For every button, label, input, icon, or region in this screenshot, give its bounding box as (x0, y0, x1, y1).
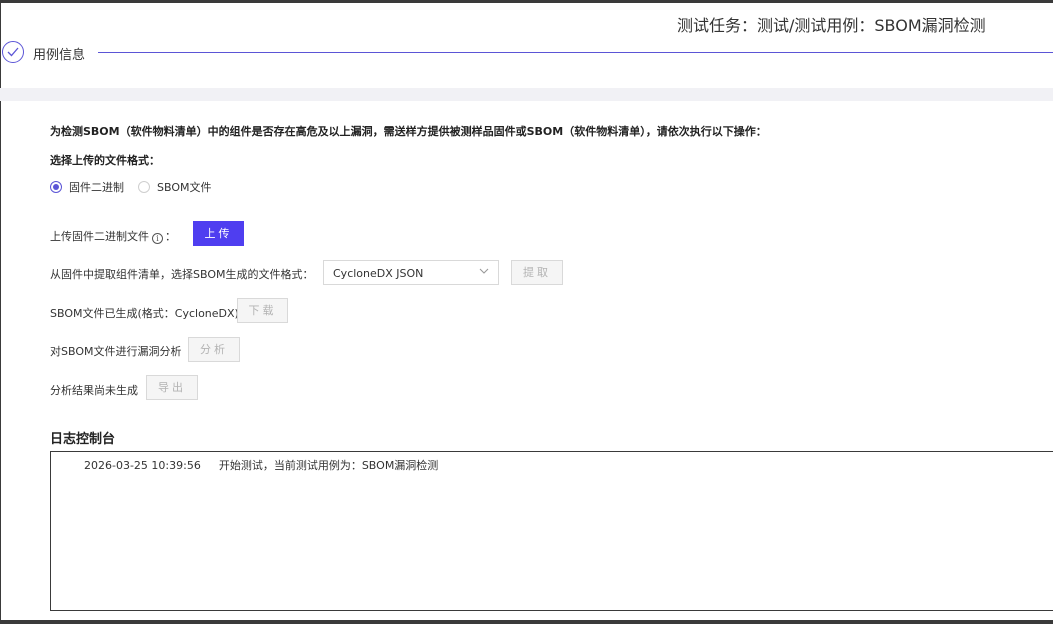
analyze-row-label: 对SBOM文件进行漏洞分析 (50, 345, 182, 358)
select-value: CycloneDX JSON (333, 267, 424, 280)
step-divider (98, 52, 1053, 53)
format-select-label: 选择上传的文件格式： (50, 154, 160, 167)
instruction-text: 为检测SBOM（软件物料清单）中的组件是否存在高危及以上漏洞，需送样方提供被测样… (50, 125, 767, 138)
log-message: 开始测试，当前测试用例为：SBOM漏洞检测 (218, 459, 439, 472)
chevron-down-icon (479, 268, 489, 274)
download-row-label: SBOM文件已生成(格式：CycloneDX) (50, 307, 239, 320)
analyze-button[interactable]: 分析 (188, 337, 240, 362)
radio-option-sbom[interactable]: SBOM文件 (138, 180, 211, 194)
upload-label-colon: ： (165, 230, 176, 243)
extract-row-label: 从固件中提取组件清单，选择SBOM生成的文件格式： (50, 268, 314, 281)
export-row-label: 分析结果尚未生成 (50, 384, 138, 397)
sbom-format-select[interactable]: CycloneDX JSON (323, 260, 499, 285)
console-title: 日志控制台 (50, 432, 116, 447)
log-entry: 2026-03-25 10:39:56 开始测试，当前测试用例为：SBOM漏洞检测 (84, 457, 438, 473)
upload-button[interactable]: 上传 (193, 221, 244, 246)
window-frame-bottom (0, 620, 1053, 624)
upload-row-label: 上传固件二进制文件 i： (50, 228, 176, 244)
download-button[interactable]: 下载 (237, 298, 288, 323)
radio-button-checked[interactable] (50, 181, 62, 193)
extract-button[interactable]: 提取 (511, 260, 563, 285)
log-timestamp: 2026-03-25 10:39:56 (84, 459, 201, 472)
radio-label: SBOM文件 (157, 181, 212, 194)
window-frame-top (0, 0, 1053, 3)
section-divider-band (0, 88, 1053, 101)
radio-label: 固件二进制 (69, 181, 124, 194)
step-label: 用例信息 (33, 48, 86, 63)
export-button[interactable]: 导出 (146, 375, 198, 400)
radio-option-firmware[interactable]: 固件二进制 (50, 180, 124, 194)
upload-label-text: 上传固件二进制文件 (50, 230, 149, 243)
radio-button[interactable] (138, 181, 150, 193)
page-title: 测试任务：测试/测试用例：SBOM漏洞检测 (677, 16, 986, 35)
info-icon[interactable]: i (152, 233, 163, 244)
log-console[interactable]: 2026-03-25 10:39:56 开始测试，当前测试用例为：SBOM漏洞检测 (50, 451, 1053, 611)
step-check-icon (2, 41, 24, 63)
